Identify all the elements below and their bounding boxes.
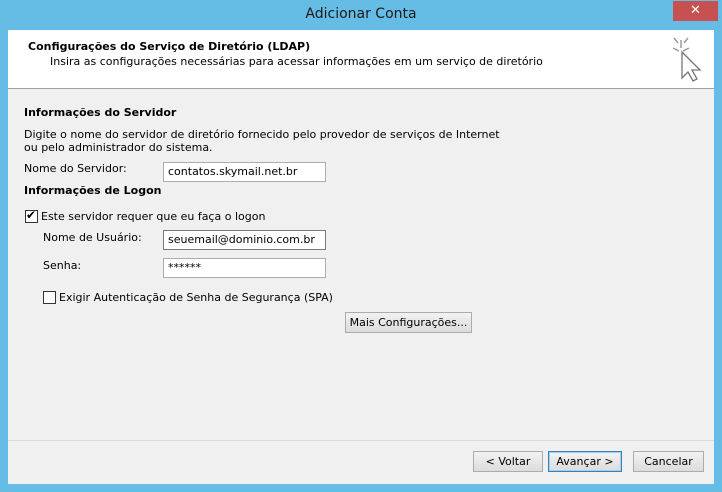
password-input[interactable]: ******: [163, 258, 326, 278]
server-name-label: Nome do Servidor:: [24, 162, 127, 175]
wizard-cursor-icon: [672, 37, 702, 82]
require-logon-checkbox[interactable]: ✔: [25, 208, 38, 223]
username-label: Nome de Usuário:: [43, 231, 142, 244]
page-subtitle: Insira as configurações necessárias para…: [50, 55, 543, 68]
more-settings-button[interactable]: Mais Configurações...: [345, 312, 472, 333]
wizard-header: Configurações do Serviço de Diretório (L…: [8, 30, 714, 89]
spa-checkbox[interactable]: [43, 291, 56, 304]
require-logon-label: Este servidor requer que eu faça o logon: [41, 210, 266, 223]
server-description-line2: ou pelo administrador do sistema.: [24, 141, 213, 154]
next-button[interactable]: Avançar >: [548, 451, 622, 472]
title-bar[interactable]: Adicionar Conta ✕: [0, 0, 722, 30]
page-title: Configurações do Serviço de Diretório (L…: [28, 40, 311, 53]
close-button[interactable]: ✕: [673, 1, 718, 21]
add-account-window: Adicionar Conta ✕ Configurações do Servi…: [0, 0, 722, 492]
back-button[interactable]: < Voltar: [473, 451, 543, 472]
password-label: Senha:: [43, 259, 82, 272]
logon-info-section-label: Informações de Logon: [24, 184, 162, 197]
checkmark-icon: ✔: [26, 208, 37, 222]
cancel-button[interactable]: Cancelar: [633, 451, 704, 472]
server-description-line1: Digite o nome do servidor de diretório f…: [24, 128, 500, 141]
server-info-section-label: Informações do Servidor: [24, 106, 177, 119]
dialog-client-area: Configurações do Serviço de Diretório (L…: [8, 30, 714, 484]
window-title: Adicionar Conta: [305, 6, 417, 22]
close-icon: ✕: [690, 3, 701, 18]
spa-label: Exigir Autenticação de Senha de Seguranç…: [59, 291, 333, 304]
wizard-content: Informações do Servidor Digite o nome do…: [8, 90, 714, 440]
username-input[interactable]: seuemail@dominio.com.br: [163, 230, 326, 250]
footer-divider: [8, 440, 714, 441]
server-name-input[interactable]: contatos.skymail.net.br: [163, 162, 326, 182]
